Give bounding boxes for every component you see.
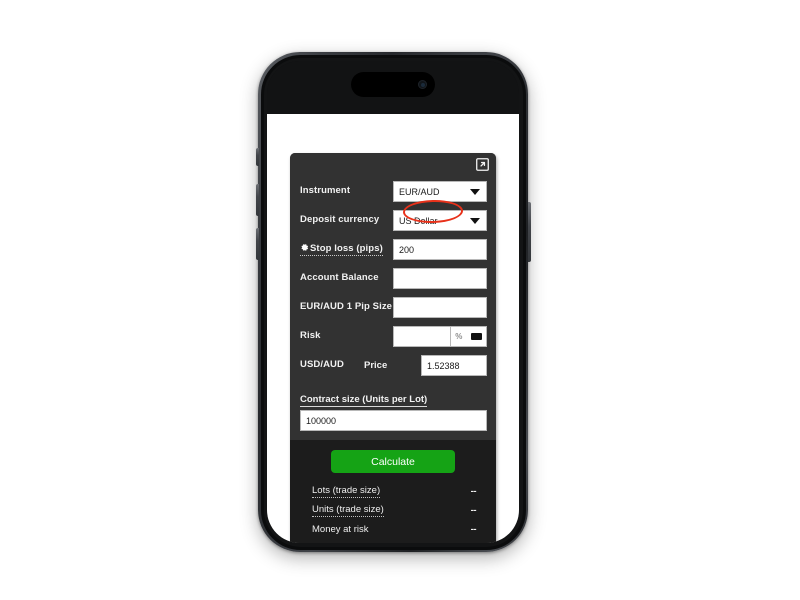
stop-loss-value: 200 bbox=[399, 244, 415, 255]
gear-icon[interactable] bbox=[300, 243, 309, 252]
result-row-money-at-risk: Money at risk -- bbox=[302, 520, 484, 539]
volume-up-button[interactable] bbox=[255, 184, 259, 216]
results-area: Calculate Lots (trade size) -- Units (tr… bbox=[290, 440, 496, 543]
front-camera-icon bbox=[418, 80, 427, 89]
risk-unit-toggles: % bbox=[450, 326, 487, 347]
instrument-select[interactable]: EUR/AUD bbox=[393, 181, 487, 202]
calculate-button[interactable]: Calculate bbox=[331, 450, 455, 473]
mute-switch-button[interactable] bbox=[255, 148, 259, 166]
risk-label: Risk bbox=[300, 330, 321, 342]
lots-value: -- bbox=[470, 486, 477, 497]
money-at-risk-value: -- bbox=[470, 524, 477, 535]
account-balance-label: Account Balance bbox=[300, 272, 379, 284]
phone-device: Instrument EUR/AUD Deposit currency US D… bbox=[255, 52, 531, 552]
deposit-currency-label: Deposit currency bbox=[300, 214, 380, 226]
form-row-price: USD/AUD Price 1.52388 bbox=[300, 351, 487, 380]
stop-loss-label: Stop loss (pips) bbox=[310, 242, 383, 254]
stop-loss-label-wrap: Stop loss (pips) bbox=[300, 242, 393, 257]
contract-size-block: Contract size (Units per Lot) 100000 bbox=[290, 388, 496, 440]
contract-size-value: 100000 bbox=[306, 415, 337, 426]
contract-size-label: Contract size (Units per Lot) bbox=[300, 394, 428, 407]
position-size-calculator-widget: Instrument EUR/AUD Deposit currency US D… bbox=[290, 153, 496, 543]
deposit-currency-value: US Dollar bbox=[399, 215, 438, 226]
form-row-pip-size: EUR/AUD 1 Pip Size bbox=[300, 293, 487, 322]
units-value: -- bbox=[470, 505, 477, 516]
stop-loss-input[interactable]: 200 bbox=[393, 239, 487, 260]
power-button[interactable] bbox=[527, 202, 531, 262]
risk-input[interactable] bbox=[393, 326, 450, 347]
stop-loss-label-text: Stop loss (pips) bbox=[300, 242, 383, 257]
chevron-down-icon bbox=[470, 217, 480, 224]
price-input[interactable]: 1.52388 bbox=[421, 355, 487, 376]
price-value: 1.52388 bbox=[427, 360, 460, 371]
units-label: Units (trade size) bbox=[312, 504, 384, 517]
pip-size-label: EUR/AUD 1 Pip Size bbox=[300, 301, 393, 313]
risk-input-group: % bbox=[393, 326, 487, 347]
form-row-instrument: Instrument EUR/AUD bbox=[300, 177, 487, 206]
form-row-stop-loss: Stop loss (pips) 200 bbox=[300, 235, 487, 264]
form-row-deposit-currency: Deposit currency US Dollar bbox=[300, 206, 487, 235]
expand-external-link-icon[interactable] bbox=[476, 158, 489, 171]
screen-content: Instrument EUR/AUD Deposit currency US D… bbox=[267, 61, 519, 543]
widget-header bbox=[290, 153, 496, 177]
instrument-label: Instrument bbox=[300, 185, 351, 197]
lots-label: Lots (trade size) bbox=[312, 485, 381, 498]
form-row-account-balance: Account Balance bbox=[300, 264, 487, 293]
pip-size-input[interactable] bbox=[393, 297, 487, 318]
contract-size-input[interactable]: 100000 bbox=[300, 410, 487, 431]
price-pair-label: USD/AUD bbox=[300, 359, 344, 371]
form-rows: Instrument EUR/AUD Deposit currency US D… bbox=[290, 177, 496, 388]
form-row-risk: Risk % bbox=[300, 322, 487, 351]
dynamic-island bbox=[351, 72, 435, 97]
result-row-units: Units (trade size) -- bbox=[302, 501, 484, 520]
status-bar bbox=[267, 61, 519, 114]
instrument-value: EUR/AUD bbox=[399, 186, 440, 197]
money-at-risk-label: Money at risk bbox=[312, 524, 369, 535]
phone-screen: Instrument EUR/AUD Deposit currency US D… bbox=[267, 61, 519, 543]
price-word-label: Price bbox=[364, 360, 388, 371]
volume-down-button[interactable] bbox=[255, 228, 259, 260]
account-balance-input[interactable] bbox=[393, 268, 487, 289]
browser-viewport: Instrument EUR/AUD Deposit currency US D… bbox=[267, 114, 519, 543]
risk-percent-toggle[interactable]: % bbox=[455, 332, 462, 341]
risk-currency-toggle[interactable] bbox=[470, 333, 482, 340]
deposit-currency-select[interactable]: US Dollar bbox=[393, 210, 487, 231]
chevron-down-icon bbox=[470, 188, 480, 195]
result-row-lots: Lots (trade size) -- bbox=[302, 482, 484, 501]
